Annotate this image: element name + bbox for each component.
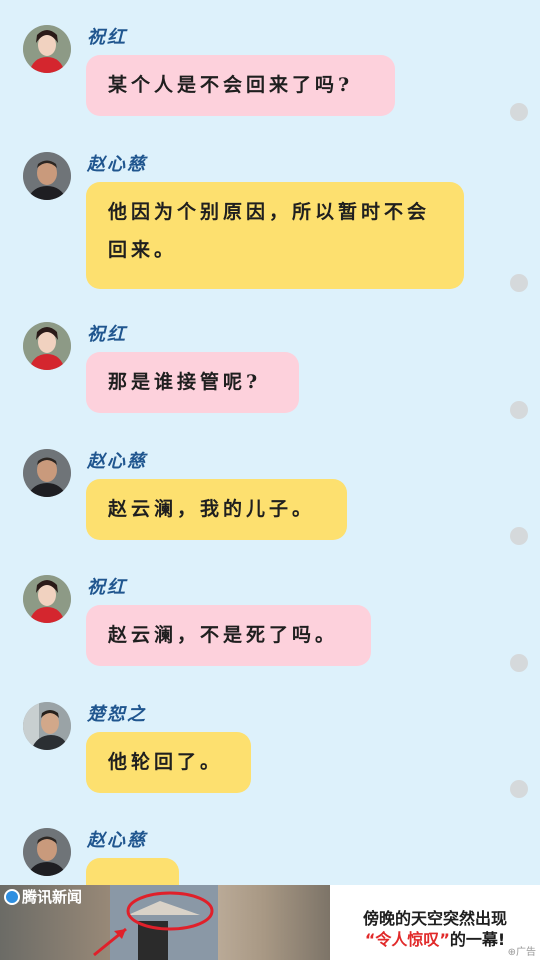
scroll-dot[interactable]	[510, 654, 528, 672]
sender-name: 楚恕之	[87, 704, 147, 725]
message-bubble[interactable]: 赵云澜，我的儿子。	[86, 479, 347, 540]
sender-name: 赵心慈	[87, 830, 147, 851]
male-avatar[interactable]	[23, 828, 71, 876]
scroll-dot[interactable]	[510, 274, 528, 292]
male-avatar[interactable]	[23, 449, 71, 497]
ad-image[interactable]: 腾讯新闻	[0, 885, 330, 960]
scroll-dot[interactable]	[510, 527, 528, 545]
female-avatar[interactable]	[23, 25, 71, 73]
sender-name: 赵心慈	[87, 451, 147, 472]
scroll-dot[interactable]	[510, 103, 528, 121]
female-avatar[interactable]	[23, 322, 71, 370]
ad-headline-rest: 的一幕!	[449, 930, 506, 949]
message-bubble[interactable]: 他因为个别原因，所以暂时不会回来。	[86, 182, 464, 289]
ad-banner[interactable]: 腾讯新闻 傍晚的天空突然出现 “令人惊叹”的一幕! ⊕广告	[0, 885, 540, 960]
message-bubble[interactable]: 赵云澜，不是死了吗。	[86, 605, 371, 666]
globe-icon	[4, 889, 20, 905]
tencent-news-logo: 腾讯新闻	[4, 886, 82, 906]
male-avatar[interactable]	[23, 152, 71, 200]
scroll-dot[interactable]	[510, 401, 528, 419]
message-bubble[interactable]: 他轮回了。	[86, 732, 251, 793]
close-icon[interactable]: ⊕	[508, 947, 516, 958]
ad-label[interactable]: ⊕广告	[508, 943, 536, 958]
female-avatar[interactable]	[23, 575, 71, 623]
ad-highlight: “令人惊叹”	[364, 930, 450, 949]
sender-name: 祝红	[87, 27, 127, 48]
message-bubble[interactable]: 某个人是不会回来了吗?	[86, 55, 395, 116]
message-bubble[interactable]: 那是谁接管呢?	[86, 352, 299, 413]
chat-screen: 祝红 某个人是不会回来了吗? 赵心慈 他因为个别原因，所以暂时不会回来。 祝红 …	[0, 0, 540, 960]
scroll-dot[interactable]	[510, 780, 528, 798]
sender-name: 赵心慈	[87, 154, 147, 175]
male-avatar-2[interactable]	[23, 702, 71, 750]
sender-name: 祝红	[87, 324, 127, 345]
sender-name: 祝红	[87, 577, 127, 598]
